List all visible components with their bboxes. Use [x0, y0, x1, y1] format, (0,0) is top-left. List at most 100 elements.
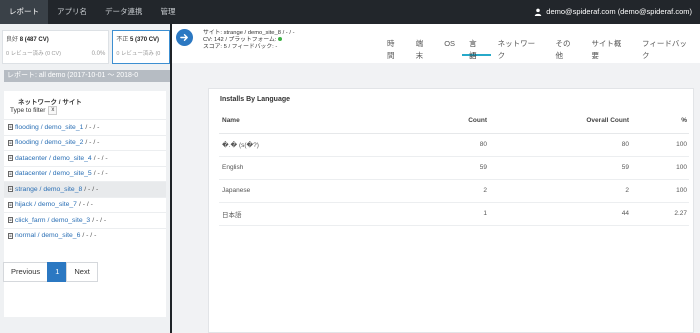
- site-suffix: / - / -: [82, 232, 97, 239]
- site-suffix: / - / -: [85, 123, 100, 131]
- site-suffix: / - / -: [84, 185, 99, 193]
- site-link[interactable]: datacenter / demo_site_4: [15, 151, 92, 167]
- table-row: �.� (s(�?) 80 80 100: [219, 133, 689, 157]
- cell-count: 2: [349, 179, 489, 203]
- installs-by-language-card: Installs By Language Name Count Overall …: [208, 88, 694, 333]
- site-info-score: スコア: 5 / フィードバック: -: [203, 44, 278, 50]
- language-table: Name Count Overall Count % �.� (s(�?) 80…: [219, 109, 689, 226]
- tab-time[interactable]: 時間: [380, 38, 409, 60]
- nav-data-link[interactable]: データ連携: [96, 0, 152, 24]
- site-list-item[interactable]: datacenter / demo_site_5 / - / -: [4, 165, 166, 182]
- site-list-item[interactable]: click_farm / demo_site_3 / - / -: [4, 212, 166, 228]
- summary-fraud-value: 5 (370 CV): [130, 37, 160, 43]
- cell-overall: 59: [489, 156, 631, 180]
- cell-count: 1: [349, 202, 489, 226]
- card-title: Installs By Language: [220, 96, 291, 103]
- summary-good-reviewed: 0 レビュー済み (0 CV): [6, 51, 62, 57]
- table-header-row: Name Count Overall Count %: [219, 109, 689, 134]
- col-header-name[interactable]: Name: [219, 109, 349, 134]
- site-list-item[interactable]: flooding / demo_site_1 / - / -: [4, 119, 166, 135]
- site-list-header: ネットワーク / サイト: [18, 99, 82, 106]
- cell-name: Japanese: [219, 179, 349, 203]
- user-icon: [535, 8, 542, 16]
- site-list-item[interactable]: normal / demo_site_6 / - / -: [4, 227, 166, 244]
- site-list-item[interactable]: datacenter / demo_site_4 / - / -: [4, 150, 166, 166]
- cell-percent: 100: [631, 156, 689, 180]
- table-row: English 59 59 100: [219, 156, 689, 180]
- site-link[interactable]: datacenter / demo_site_5: [15, 166, 92, 182]
- user-menu[interactable]: demo@spideraf.com (demo@spideraf.com): [534, 0, 692, 24]
- summary-good-percent: 0.0%: [91, 51, 106, 57]
- site-suffix: / - / -: [78, 201, 93, 208]
- site-suffix: / - / -: [93, 154, 108, 162]
- summary-good-value: 8 (487 CV): [19, 37, 49, 43]
- detail-panel: サイト: strange / demo_site_8 / - / - CV: 1…: [172, 24, 700, 333]
- cell-overall: 80: [489, 133, 631, 157]
- summary-fraud-label: 不正: [116, 37, 129, 43]
- platform-status-dot: [278, 37, 282, 42]
- cell-name: �.� (s(�?): [219, 133, 349, 157]
- site-link[interactable]: flooding / demo_site_1: [15, 120, 83, 136]
- site-list-item[interactable]: flooding / demo_site_2 / - / -: [4, 134, 166, 151]
- nav-app-name[interactable]: アプリ名: [48, 0, 96, 24]
- tab-language[interactable]: 言語: [462, 38, 491, 60]
- site-link[interactable]: hijack / demo_site_7: [15, 197, 77, 213]
- site-list-item-selected[interactable]: strange / demo_site_8 / - / -: [4, 181, 166, 197]
- summary-good-label: 良好: [6, 37, 19, 43]
- pagination: Previous 1 Next: [3, 262, 98, 282]
- summary-fraud-reviewed: 0 レビュー済み (0: [116, 51, 161, 57]
- nav-report[interactable]: レポート: [0, 0, 48, 24]
- tab-site-overview[interactable]: サイト概要: [584, 38, 635, 60]
- cell-count: 80: [349, 133, 489, 157]
- site-suffix: / - / -: [85, 139, 100, 146]
- arrow-right-icon: [180, 34, 188, 41]
- cell-percent: 100: [631, 133, 689, 157]
- tab-other[interactable]: その他: [549, 38, 585, 60]
- document-icon: [8, 186, 13, 193]
- table-row: 日本語 1 44 2.27: [219, 202, 689, 226]
- left-panel: 良好 8 (487 CV) 0 レビュー済み (0 CV) 0.0% 不正 5 …: [0, 24, 170, 333]
- document-icon: [8, 232, 13, 239]
- col-header-percent[interactable]: %: [631, 109, 689, 134]
- summary-card-fraud[interactable]: 不正 5 (370 CV) 0 レビュー済み (0: [112, 30, 170, 64]
- cell-overall: 44: [489, 202, 631, 226]
- content-area: Installs By Language Name Count Overall …: [172, 63, 700, 333]
- document-icon: [8, 201, 13, 208]
- next-page-button[interactable]: Next: [66, 262, 98, 282]
- filter-input[interactable]: Type to filter: [10, 107, 45, 114]
- page-1-button[interactable]: 1: [47, 262, 68, 282]
- document-icon: [8, 124, 13, 131]
- site-link[interactable]: normal / demo_site_6: [15, 228, 80, 244]
- table-row: Japanese 2 2 100: [219, 179, 689, 203]
- filter-row: Type to filter x: [4, 105, 166, 115]
- cell-percent: 100: [631, 179, 689, 203]
- go-button[interactable]: [176, 29, 193, 46]
- site-link[interactable]: strange / demo_site_8: [15, 182, 82, 198]
- site-info-cv: CV: 142 / プラットフォーム:: [203, 37, 277, 43]
- site-list-panel: ネットワーク / サイト Type to filter x flooding /…: [4, 91, 166, 317]
- tab-network[interactable]: ネットワーク: [491, 38, 549, 60]
- previous-page-button[interactable]: Previous: [3, 262, 49, 282]
- document-icon: [8, 155, 13, 162]
- site-list-item[interactable]: hijack / demo_site_7 / - / -: [4, 196, 166, 213]
- site-link[interactable]: click_farm / demo_site_3: [15, 213, 90, 229]
- top-navbar: レポート アプリ名 データ連携 管理 demo@spideraf.com (de…: [0, 0, 700, 24]
- site-list: flooding / demo_site_1 / - / - flooding …: [4, 119, 166, 243]
- summary-card-good[interactable]: 良好 8 (487 CV) 0 レビュー済み (0 CV) 0.0%: [2, 30, 110, 64]
- tab-os[interactable]: OS: [437, 38, 462, 56]
- cell-name: 日本語: [219, 202, 349, 226]
- document-icon: [8, 170, 13, 177]
- nav-admin[interactable]: 管理: [152, 0, 185, 24]
- cell-percent: 2.27: [631, 202, 689, 226]
- tab-device[interactable]: 端末: [409, 38, 438, 60]
- cell-name: English: [219, 156, 349, 180]
- tab-bar: 時間 端末 OS 言語 ネットワーク その他 サイト概要 フィードバック: [380, 38, 700, 60]
- col-header-count[interactable]: Count: [349, 109, 489, 134]
- site-link[interactable]: flooding / demo_site_2: [15, 135, 83, 151]
- col-header-overall-count[interactable]: Overall Count: [489, 109, 631, 134]
- summary-row: 良好 8 (487 CV) 0 レビュー済み (0 CV) 0.0% 不正 5 …: [2, 30, 170, 64]
- filter-clear-button[interactable]: x: [48, 105, 58, 115]
- document-icon: [8, 217, 13, 224]
- tab-feedback[interactable]: フィードバック: [635, 38, 700, 60]
- site-suffix: / - / -: [92, 216, 107, 224]
